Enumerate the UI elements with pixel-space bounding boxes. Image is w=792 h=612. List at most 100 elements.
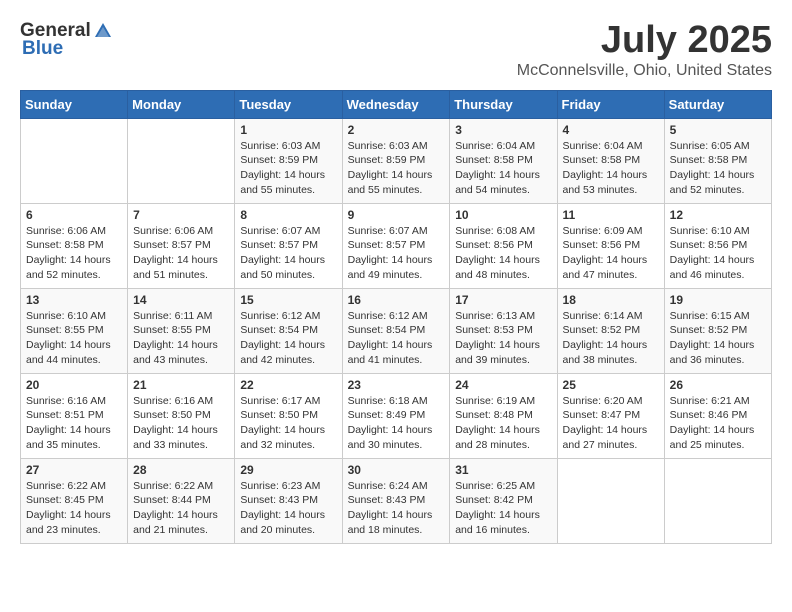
calendar-day-cell [557,458,664,543]
weekday-header-cell: Thursday [450,90,557,118]
calendar-day-cell [128,118,235,203]
day-info: Sunrise: 6:23 AM Sunset: 8:43 PM Dayligh… [240,479,336,538]
calendar-day-cell: 12 Sunrise: 6:10 AM Sunset: 8:56 PM Dayli… [664,203,771,288]
day-info: Sunrise: 6:25 AM Sunset: 8:42 PM Dayligh… [455,479,551,538]
calendar-day-cell: 17 Sunrise: 6:13 AM Sunset: 8:53 PM Dayli… [450,288,557,373]
day-info: Sunrise: 6:12 AM Sunset: 8:54 PM Dayligh… [348,309,445,368]
day-number: 28 [133,463,229,477]
day-info: Sunrise: 6:15 AM Sunset: 8:52 PM Dayligh… [670,309,766,368]
day-info: Sunrise: 6:03 AM Sunset: 8:59 PM Dayligh… [240,139,336,198]
calendar-week-row: 13Sunrise: 6:10 AM Sunset: 8:55 PM Dayli… [21,288,772,373]
day-info: Sunrise: 6:12 AM Sunset: 8:54 PM Dayligh… [240,309,336,368]
weekday-header-cell: Monday [128,90,235,118]
calendar-day-cell: 10 Sunrise: 6:08 AM Sunset: 8:56 PM Dayli… [450,203,557,288]
day-number: 14 [133,293,229,307]
calendar-day-cell: 18 Sunrise: 6:14 AM Sunset: 8:52 PM Dayli… [557,288,664,373]
calendar-table: SundayMondayTuesdayWednesdayThursdayFrid… [20,90,772,544]
calendar-day-cell: 20 Sunrise: 6:16 AM Sunset: 8:51 PM Dayli… [21,373,128,458]
logo: General Blue [20,20,113,60]
day-number: 17 [455,293,551,307]
calendar-day-cell: 25Sunrise: 6:20 AM Sunset: 8:47 PM Dayli… [557,373,664,458]
logo-blue-text: Blue [22,38,63,60]
day-number: 29 [240,463,336,477]
calendar-day-cell [664,458,771,543]
day-number: 22 [240,378,336,392]
day-info: Sunrise: 6:07 AM Sunset: 8:57 PM Dayligh… [348,224,445,283]
day-number: 27 [26,463,122,477]
day-info: Sunrise: 6:10 AM Sunset: 8:56 PM Dayligh… [670,224,766,283]
calendar-day-cell: 8Sunrise: 6:07 AM Sunset: 8:57 PM Daylig… [235,203,342,288]
calendar-day-cell: 15 Sunrise: 6:12 AM Sunset: 8:54 PM Dayli… [235,288,342,373]
calendar-day-cell: 19 Sunrise: 6:15 AM Sunset: 8:52 PM Dayli… [664,288,771,373]
calendar-day-cell: 26 Sunrise: 6:21 AM Sunset: 8:46 PM Dayli… [664,373,771,458]
day-info: Sunrise: 6:09 AM Sunset: 8:56 PM Dayligh… [563,224,659,283]
day-info: Sunrise: 6:10 AM Sunset: 8:55 PM Dayligh… [26,309,122,368]
day-info: Sunrise: 6:22 AM Sunset: 8:44 PM Dayligh… [133,479,229,538]
weekday-header-cell: Sunday [21,90,128,118]
calendar-day-cell: 23Sunrise: 6:18 AM Sunset: 8:49 PM Dayli… [342,373,450,458]
day-number: 30 [348,463,445,477]
calendar-day-cell: 5 Sunrise: 6:05 AM Sunset: 8:58 PM Daylig… [664,118,771,203]
calendar-day-cell: 28 Sunrise: 6:22 AM Sunset: 8:44 PM Dayli… [128,458,235,543]
calendar-day-cell: 4Sunrise: 6:04 AM Sunset: 8:58 PM Daylig… [557,118,664,203]
calendar-week-row: 1 Sunrise: 6:03 AM Sunset: 8:59 PM Daylig… [21,118,772,203]
day-number: 10 [455,208,551,222]
calendar-day-cell: 22Sunrise: 6:17 AM Sunset: 8:50 PM Dayli… [235,373,342,458]
day-number: 9 [348,208,445,222]
calendar-week-row: 20 Sunrise: 6:16 AM Sunset: 8:51 PM Dayli… [21,373,772,458]
calendar-day-cell: 14 Sunrise: 6:11 AM Sunset: 8:55 PM Dayli… [128,288,235,373]
day-number: 21 [133,378,229,392]
calendar-header: SundayMondayTuesdayWednesdayThursdayFrid… [21,90,772,118]
calendar-day-cell: 29 Sunrise: 6:23 AM Sunset: 8:43 PM Dayli… [235,458,342,543]
title-block: July 2025 McConnelsville, Ohio, United S… [517,20,772,80]
day-info: Sunrise: 6:07 AM Sunset: 8:57 PM Dayligh… [240,224,336,283]
calendar-body: 1 Sunrise: 6:03 AM Sunset: 8:59 PM Daylig… [21,118,772,543]
day-info: Sunrise: 6:11 AM Sunset: 8:55 PM Dayligh… [133,309,229,368]
calendar-day-cell: 7 Sunrise: 6:06 AM Sunset: 8:57 PM Daylig… [128,203,235,288]
day-info: Sunrise: 6:04 AM Sunset: 8:58 PM Dayligh… [563,139,659,198]
calendar-day-cell: 16 Sunrise: 6:12 AM Sunset: 8:54 PM Dayli… [342,288,450,373]
day-info: Sunrise: 6:05 AM Sunset: 8:58 PM Dayligh… [670,139,766,198]
day-number: 18 [563,293,659,307]
day-info: Sunrise: 6:13 AM Sunset: 8:53 PM Dayligh… [455,309,551,368]
day-info: Sunrise: 6:04 AM Sunset: 8:58 PM Dayligh… [455,139,551,198]
day-number: 20 [26,378,122,392]
day-info: Sunrise: 6:21 AM Sunset: 8:46 PM Dayligh… [670,394,766,453]
day-number: 15 [240,293,336,307]
day-number: 11 [563,208,659,222]
calendar-day-cell: 9 Sunrise: 6:07 AM Sunset: 8:57 PM Daylig… [342,203,450,288]
day-number: 12 [670,208,766,222]
day-number: 23 [348,378,445,392]
calendar-week-row: 27 Sunrise: 6:22 AM Sunset: 8:45 PM Dayli… [21,458,772,543]
month-title: July 2025 [517,20,772,62]
day-number: 3 [455,123,551,137]
day-number: 5 [670,123,766,137]
day-number: 19 [670,293,766,307]
weekday-header-cell: Tuesday [235,90,342,118]
day-number: 1 [240,123,336,137]
calendar-week-row: 6Sunrise: 6:06 AM Sunset: 8:58 PM Daylig… [21,203,772,288]
day-number: 6 [26,208,122,222]
weekday-header-cell: Wednesday [342,90,450,118]
day-info: Sunrise: 6:20 AM Sunset: 8:47 PM Dayligh… [563,394,659,453]
day-info: Sunrise: 6:19 AM Sunset: 8:48 PM Dayligh… [455,394,551,453]
weekday-header-row: SundayMondayTuesdayWednesdayThursdayFrid… [21,90,772,118]
day-info: Sunrise: 6:14 AM Sunset: 8:52 PM Dayligh… [563,309,659,368]
day-number: 26 [670,378,766,392]
day-info: Sunrise: 6:24 AM Sunset: 8:43 PM Dayligh… [348,479,445,538]
day-info: Sunrise: 6:08 AM Sunset: 8:56 PM Dayligh… [455,224,551,283]
weekday-header-cell: Friday [557,90,664,118]
day-info: Sunrise: 6:16 AM Sunset: 8:50 PM Dayligh… [133,394,229,453]
day-info: Sunrise: 6:06 AM Sunset: 8:57 PM Dayligh… [133,224,229,283]
location-title: McConnelsville, Ohio, United States [517,62,772,80]
calendar-day-cell: 21 Sunrise: 6:16 AM Sunset: 8:50 PM Dayli… [128,373,235,458]
calendar-day-cell: 24Sunrise: 6:19 AM Sunset: 8:48 PM Dayli… [450,373,557,458]
weekday-header-cell: Saturday [664,90,771,118]
day-info: Sunrise: 6:22 AM Sunset: 8:45 PM Dayligh… [26,479,122,538]
day-number: 7 [133,208,229,222]
day-info: Sunrise: 6:16 AM Sunset: 8:51 PM Dayligh… [26,394,122,453]
day-number: 16 [348,293,445,307]
calendar-day-cell: 11 Sunrise: 6:09 AM Sunset: 8:56 PM Dayli… [557,203,664,288]
calendar-day-cell: 27 Sunrise: 6:22 AM Sunset: 8:45 PM Dayli… [21,458,128,543]
logo-icon [93,21,113,41]
